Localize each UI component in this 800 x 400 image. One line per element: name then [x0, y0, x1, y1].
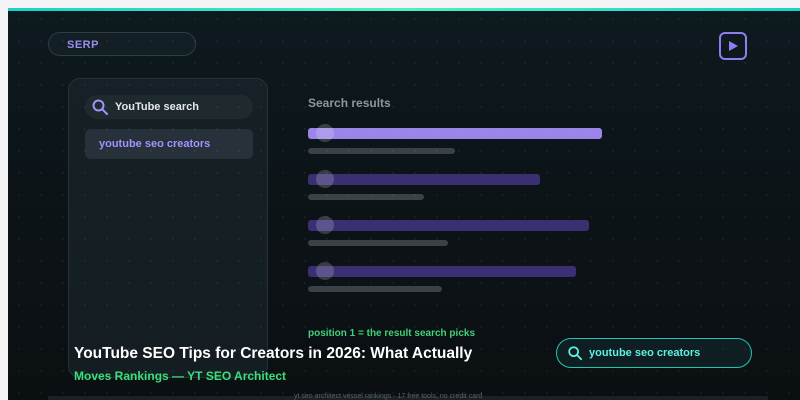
results-caption: position 1 = the result search picks — [308, 328, 476, 339]
result-meta-bar — [308, 240, 448, 246]
result-rank-dot — [316, 216, 334, 234]
result-meta-bar — [308, 148, 455, 154]
youtube-search-pill[interactable]: youtube seo creators — [556, 338, 752, 368]
search-icon — [568, 346, 583, 361]
result-title-bar[interactable] — [308, 128, 602, 139]
search-pill-text: youtube seo creators — [589, 347, 701, 359]
result-title-bar[interactable] — [308, 174, 540, 185]
result-title-bar[interactable] — [308, 220, 589, 231]
search-query-field[interactable]: youtube seo creators — [85, 129, 253, 159]
result-rank-dot — [316, 262, 334, 280]
search-panel: YouTube search youtube seo creators — [68, 78, 268, 378]
hero-frame: SERP YouTube search youtube seo creators… — [8, 8, 800, 400]
page-subtitle: Moves Rankings — YT SEO Architect — [74, 369, 287, 383]
play-button[interactable] — [719, 32, 747, 60]
play-icon — [729, 41, 738, 51]
search-icon — [92, 99, 108, 115]
result-meta-bar — [308, 194, 424, 200]
results-heading: Search results — [308, 96, 391, 110]
search-box-label: YouTube search — [115, 101, 199, 113]
serp-badge: SERP — [48, 32, 196, 56]
result-rank-dot — [316, 170, 334, 188]
result-title-bar[interactable] — [308, 266, 576, 277]
top-accent-bar — [8, 8, 800, 11]
result-meta-bar — [308, 286, 442, 292]
youtube-search-box[interactable]: YouTube search — [85, 95, 253, 119]
result-rank-dot — [316, 124, 334, 142]
footer-note: yt seo architect vessel rankings · 17 fr… — [294, 393, 483, 400]
page-title: YouTube SEO Tips for Creators in 2026: W… — [74, 345, 473, 362]
